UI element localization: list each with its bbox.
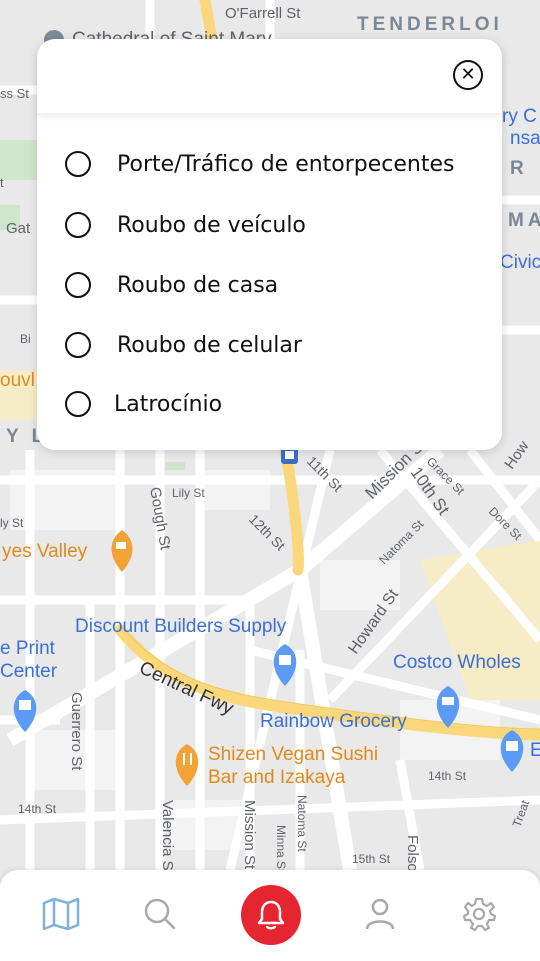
radio-button[interactable]	[65, 151, 91, 177]
option-label: Roubo de veículo	[117, 212, 306, 238]
gear-icon	[462, 897, 497, 932]
street-label: Mission St	[241, 800, 258, 870]
close-icon: ✕	[460, 64, 476, 85]
map-icon	[42, 897, 80, 931]
street-label: Bi	[20, 332, 31, 346]
option-roubo-celular[interactable]: Roubo de celular	[65, 328, 302, 362]
poi-label: Costco Wholes	[393, 652, 521, 673]
street-label: Gat	[6, 220, 31, 237]
street-label: ly St	[0, 516, 24, 530]
street-label: Lily St	[172, 486, 205, 500]
bell-icon	[257, 900, 285, 930]
district-label: TENDERLOI	[357, 14, 503, 35]
poi-label: yes Valley	[2, 541, 88, 562]
radio-button[interactable]	[65, 332, 91, 358]
poi-label: Discount Builders Supply	[75, 616, 287, 637]
option-label: Roubo de celular	[117, 332, 302, 358]
tab-settings[interactable]	[457, 892, 501, 936]
tab-search[interactable]	[138, 892, 182, 936]
option-latrocinio[interactable]: Latrocínio	[65, 387, 222, 421]
poi-label: ouvl	[0, 370, 35, 391]
street-label: Guerrero St	[68, 692, 85, 771]
poi-label: nsa	[510, 128, 540, 149]
radio-button[interactable]	[65, 391, 91, 417]
option-roubo-veiculo[interactable]: Roubo de veículo	[65, 208, 306, 242]
user-icon	[365, 898, 395, 930]
option-trafico[interactable]: Porte/Tráfico de entorpecentes	[65, 147, 455, 181]
option-label: Roubo de casa	[117, 272, 279, 298]
street-label: Valencia St	[159, 800, 176, 870]
search-icon	[144, 898, 176, 930]
option-label: Latrocínio	[114, 391, 223, 417]
alert-button[interactable]	[241, 885, 301, 945]
street-label: 15th St	[352, 852, 391, 866]
street-label: Natoma St	[295, 795, 309, 852]
poi-label: Center	[0, 661, 58, 682]
street-label: Folsom St	[404, 835, 421, 870]
street-label: Minna St	[274, 825, 288, 870]
option-label: Porte/Tráfico de entorpecentes	[117, 151, 455, 177]
option-roubo-casa[interactable]: Roubo de casa	[65, 268, 278, 302]
crime-type-dialog: ✕ Porte/Tráfico de entorpecentes Roubo d…	[37, 39, 502, 450]
radio-button[interactable]	[65, 212, 91, 238]
street-label: t	[0, 175, 4, 190]
tab-profile[interactable]	[358, 892, 402, 936]
radio-button[interactable]	[65, 272, 91, 298]
poi-label: Rainbow Grocery	[260, 711, 407, 732]
dialog-header: ✕	[37, 39, 502, 114]
poi-label: ry C	[502, 106, 537, 127]
street-label: 14th St	[18, 802, 57, 816]
street-label: ss St	[0, 86, 29, 101]
street-label: 14th St	[428, 769, 467, 783]
tab-map[interactable]	[39, 892, 83, 936]
poi-label: Civic	[500, 252, 540, 273]
district-label: MA	[508, 210, 540, 231]
poi-label: e Print	[0, 638, 55, 659]
bottom-tab-bar	[0, 870, 540, 961]
poi-label: Bar and Izakaya	[208, 767, 346, 788]
poi-label: E	[530, 740, 540, 761]
close-button[interactable]: ✕	[453, 60, 483, 90]
street-label: O'Farrell St	[225, 5, 301, 22]
district-label: R	[510, 158, 524, 179]
poi-label: Shizen Vegan Sushi	[208, 744, 379, 765]
